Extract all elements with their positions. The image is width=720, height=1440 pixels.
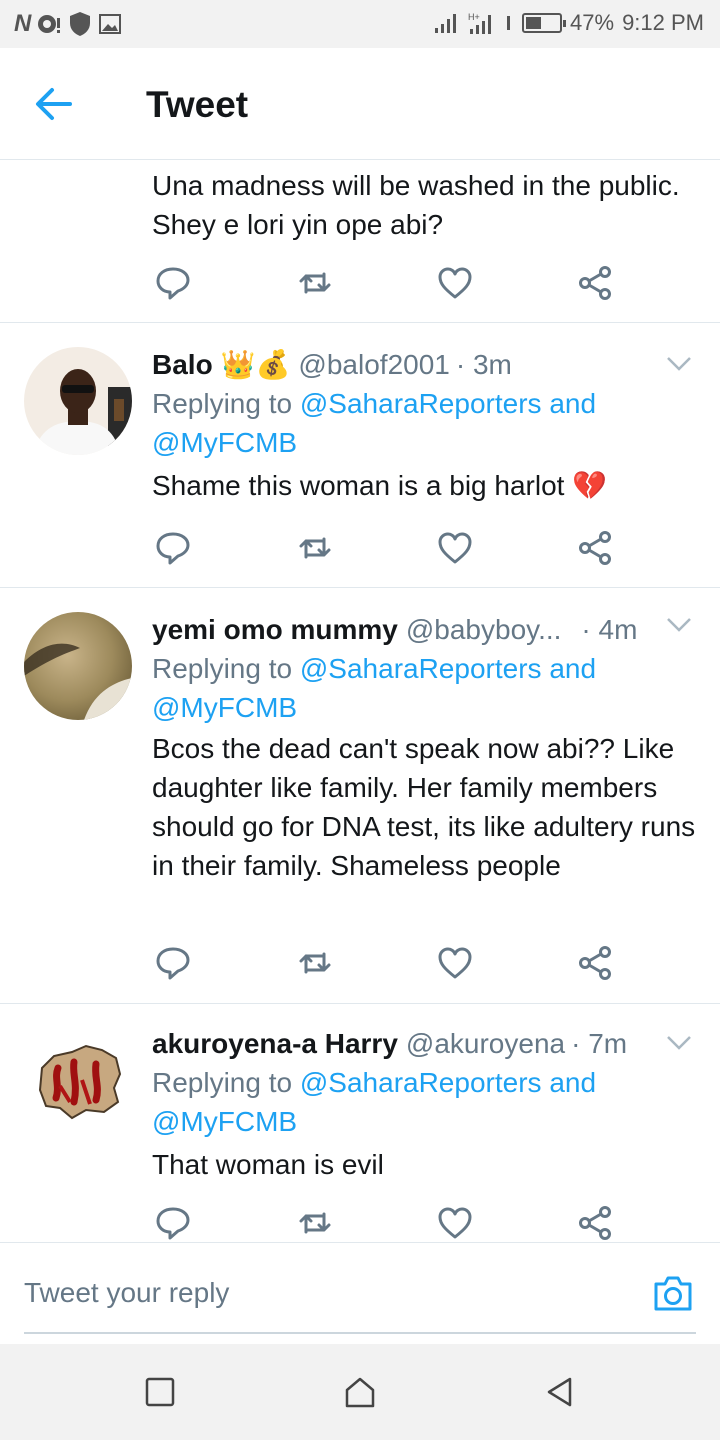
tweet-text: That woman is evil [152, 1149, 384, 1180]
tweet-actions [152, 264, 632, 304]
tweet-actions [152, 1204, 632, 1242]
reply-icon[interactable] [154, 264, 192, 302]
avatar[interactable] [24, 347, 132, 455]
status-bar: N H+ 47% 9:12 PM [0, 0, 720, 48]
mention-link[interactable]: @MyFCMB [152, 1106, 297, 1137]
reply-underline [24, 1332, 696, 1334]
timestamp: · 7m [571, 1028, 628, 1059]
like-heart-icon[interactable] [436, 529, 474, 567]
avatar[interactable] [24, 612, 132, 720]
chevron-down-icon[interactable] [666, 355, 692, 373]
home-icon[interactable] [342, 1374, 378, 1410]
display-name[interactable]: Balo [152, 345, 213, 384]
handle[interactable]: @babyboy... [406, 610, 562, 649]
battery-fill [526, 17, 542, 29]
camera-icon[interactable] [652, 1273, 694, 1313]
share-icon[interactable] [576, 944, 614, 982]
like-heart-icon[interactable] [436, 944, 474, 982]
handle[interactable]: @akuroyena [406, 1024, 565, 1063]
handle[interactable]: @balof2001 [298, 345, 449, 384]
reply-feed[interactable]: Una madness will be washed in the public… [0, 160, 720, 1242]
reply-icon[interactable] [154, 944, 192, 982]
reply-composer: Tweet your reply [0, 1242, 720, 1344]
tweet-header: yemi omo mummy @babyboy... · 4m [152, 610, 700, 649]
avatar[interactable] [24, 1028, 132, 1136]
mention-link[interactable]: @MyFCMB [152, 692, 297, 723]
page-title: Tweet [146, 84, 249, 125]
battery-percent: 47% [570, 10, 615, 35]
reply-icon[interactable] [154, 1204, 192, 1242]
tweet-item[interactable]: yemi omo mummy @babyboy... · 4m Replying… [0, 588, 720, 1004]
back-triangle-icon[interactable] [542, 1374, 578, 1410]
tweet-actions [152, 944, 632, 984]
share-icon[interactable] [576, 264, 614, 302]
reply-input[interactable]: Tweet your reply [24, 1277, 229, 1309]
clock: 9:12 PM [622, 10, 704, 35]
tweet-item[interactable]: Balo 👑💰 @balof2001 · 3m Replying to @Sah… [0, 323, 720, 588]
tweet-item[interactable]: akuroyena-a Harry @akuroyena · 7m Replyi… [0, 1004, 720, 1242]
back-arrow-icon[interactable] [30, 84, 82, 124]
like-heart-icon[interactable] [436, 264, 474, 302]
notification-n-icon: N [14, 10, 31, 37]
mention-link[interactable]: @SaharaReporters [300, 1067, 542, 1098]
retweet-icon[interactable] [296, 529, 334, 567]
tweet-actions [152, 529, 632, 569]
retweet-icon[interactable] [296, 944, 334, 982]
timestamp: · 3m [455, 349, 512, 380]
tweet-header: Balo 👑💰 @balof2001 · 3m [152, 345, 700, 384]
battery-icon [522, 13, 567, 33]
app-header: Tweet [0, 48, 720, 160]
svg-text:H+: H+ [468, 12, 480, 22]
replying-to: Replying to @SaharaReporters and @MyFCMB [152, 653, 597, 723]
mention-link[interactable]: @MyFCMB [152, 427, 297, 458]
tweet-header: akuroyena-a Harry @akuroyena · 7m [152, 1024, 700, 1063]
status-right-icons: H+ 47% 9:12 PM [434, 10, 704, 36]
retweet-icon[interactable] [296, 1204, 334, 1242]
replying-to: Replying to @SaharaReporters and @MyFCMB [152, 388, 597, 458]
reply-icon[interactable] [154, 529, 192, 567]
signal-data-icon: H+ [468, 12, 492, 34]
share-icon[interactable] [576, 529, 614, 567]
display-name[interactable]: akuroyena-a Harry [152, 1024, 398, 1063]
display-name[interactable]: yemi omo mummy [152, 610, 398, 649]
retweet-icon[interactable] [296, 264, 334, 302]
chevron-down-icon[interactable] [666, 1034, 692, 1052]
like-heart-icon[interactable] [436, 1204, 474, 1242]
image-icon [99, 14, 122, 34]
mention-link[interactable]: @SaharaReporters [300, 653, 542, 684]
tweet-text: Bcos the dead can't speak now abi?? Like… [152, 733, 696, 881]
crown-moneybag-emoji: 👑💰 [220, 349, 291, 380]
system-nav-bar [0, 1344, 720, 1440]
tweet-text: Una madness will be washed in the public… [152, 170, 680, 240]
share-icon[interactable] [576, 1204, 614, 1242]
mention-link[interactable]: @SaharaReporters [300, 388, 542, 419]
recents-square-icon[interactable] [142, 1374, 178, 1410]
replying-to: Replying to @SaharaReporters and @MyFCMB [152, 1067, 597, 1137]
notification-dot-icon [38, 15, 61, 33]
signal-icon [435, 14, 457, 33]
shield-icon [70, 12, 91, 36]
status-left-icons: N [14, 10, 122, 38]
tweet-item[interactable]: Una madness will be washed in the public… [0, 160, 720, 323]
vibrate-icon [507, 16, 511, 30]
tweet-text: Shame this woman is a big harlot 💔 [152, 470, 608, 501]
chevron-down-icon[interactable] [666, 616, 692, 634]
timestamp: · 4m [581, 614, 638, 645]
